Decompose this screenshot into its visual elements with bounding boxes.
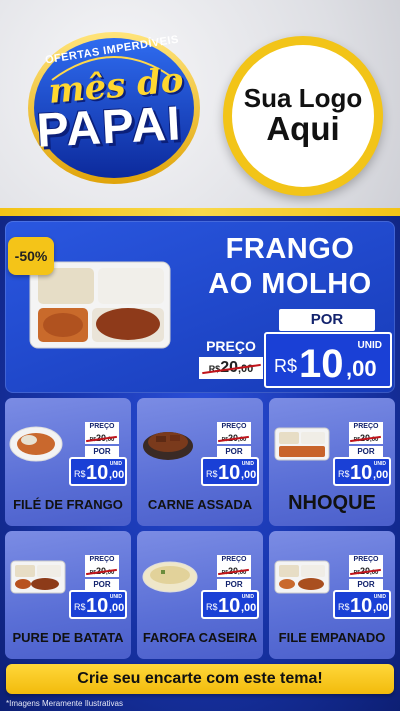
featured-new-int: 10 (299, 342, 344, 386)
new-dec: ,00 (373, 469, 389, 481)
preco-label: PREÇO (217, 422, 251, 432)
product-card[interactable]: PREÇO R$20,00 POR UNID R$ 10 ,00 FILE EM… (269, 531, 395, 659)
old-price: R$20,00 (217, 565, 251, 577)
new-int: 10 (86, 595, 109, 617)
preco-label: PREÇO (85, 422, 119, 432)
featured-por-label: POR (279, 309, 375, 331)
product-name: PURE DE BATATA (12, 630, 124, 645)
product-card[interactable]: PREÇO R$20,00 POR UNID R$ 10 ,00 FAROFA … (137, 531, 263, 659)
unid-label: UNID (373, 461, 386, 467)
product-card[interactable]: PREÇO R$20,00 POR UNID R$ 10 ,00 PURE DE… (5, 531, 131, 659)
featured-title-line2: AO MOLHO (208, 267, 372, 300)
new-dec: ,00 (241, 602, 257, 614)
new-int: 10 (86, 462, 109, 484)
product-card[interactable]: PREÇO R$20,00 POR UNID R$ 10 ,00 NHOQUE (269, 398, 395, 526)
featured-old-price: R$20,00 (199, 357, 263, 379)
new-currency: R$ (74, 469, 86, 479)
product-card[interactable]: PREÇO R$20,00 POR UNID R$ 10 ,00 FILÉ DE… (5, 398, 131, 526)
new-int: 10 (350, 462, 373, 484)
new-int: 10 (350, 595, 373, 617)
old-price: R$20,00 (349, 565, 383, 577)
new-price: UNID R$ 10 ,00 (333, 590, 391, 619)
old-price: R$20,00 (349, 432, 383, 444)
unid-label: UNID (241, 594, 254, 600)
new-price: UNID R$ 10 ,00 (69, 590, 127, 619)
featured-new-price: UNID R$ 10 ,00 (264, 332, 392, 388)
por-label: POR (217, 446, 251, 457)
featured-new-currency: R$ (274, 356, 298, 376)
food-plate-icon (10, 560, 66, 594)
old-price: R$20,00 (85, 565, 119, 577)
preco-label: PREÇO (217, 555, 251, 565)
new-currency: R$ (338, 469, 350, 479)
product-name: NHOQUE (288, 492, 376, 514)
new-dec: ,00 (109, 602, 125, 614)
featured-new-dec: ,00 (346, 356, 377, 381)
gold-divider (0, 208, 400, 216)
product-name: FILÉ DE FRANGO (13, 497, 123, 512)
old-price: R$20,00 (217, 432, 251, 444)
new-int: 10 (218, 462, 241, 484)
unid-label: UNID (109, 461, 122, 467)
new-price: UNID R$ 10 ,00 (201, 457, 259, 486)
unid-label: UNID (241, 461, 254, 467)
new-int: 10 (218, 595, 241, 617)
logo-line2: Aqui (266, 110, 340, 148)
product-name: FILE EMPANADO (278, 630, 386, 645)
new-currency: R$ (206, 602, 218, 612)
product-name: FAROFA CASEIRA (142, 630, 258, 645)
food-plate-icon (142, 561, 198, 593)
new-dec: ,00 (373, 602, 389, 614)
food-plate-icon (274, 560, 330, 594)
header: OFERTAS IMPERDÍVEIS mês do PAPAI Sua Log… (0, 0, 400, 213)
discount-badge: -50% (8, 237, 54, 275)
new-dec: ,00 (241, 469, 257, 481)
preco-label: PREÇO (349, 422, 383, 432)
por-label: POR (85, 579, 119, 590)
preco-label: PREÇO (349, 555, 383, 565)
new-currency: R$ (206, 469, 218, 479)
por-label: POR (349, 446, 383, 457)
product-name: CARNE ASSADA (147, 497, 253, 512)
unid-label: UNID (109, 594, 122, 600)
por-label: POR (217, 579, 251, 590)
featured-title: FRANGO AO MOLHO (190, 232, 390, 302)
cta-banner[interactable]: Crie seu encarte com este tema! (6, 664, 394, 694)
disclaimer: *Imagens Meramente Ilustrativas (6, 699, 123, 708)
preco-label: PREÇO (85, 555, 119, 565)
logo-placeholder[interactable]: Sua Logo Aqui (223, 36, 383, 196)
new-currency: R$ (338, 602, 350, 612)
food-plate-icon (143, 432, 193, 460)
new-price: UNID R$ 10 ,00 (333, 457, 391, 486)
new-price: UNID R$ 10 ,00 (69, 457, 127, 486)
new-currency: R$ (74, 602, 86, 612)
featured-title-line1: FRANGO (225, 233, 355, 265)
unid-label: UNID (373, 594, 386, 600)
product-card[interactable]: PREÇO R$20,00 POR UNID R$ 10 ,00 CARNE A… (137, 398, 263, 526)
featured-preco-label: PREÇO (206, 338, 256, 354)
new-dec: ,00 (109, 469, 125, 481)
por-label: POR (349, 579, 383, 590)
featured-unid-label: UNID (357, 340, 382, 351)
food-plate-icon (274, 427, 330, 461)
food-plate-icon (9, 426, 63, 462)
new-price: UNID R$ 10 ,00 (201, 590, 259, 619)
por-label: POR (85, 446, 119, 457)
old-price: R$20,00 (85, 432, 119, 444)
logo-line1: Sua Logo (243, 83, 363, 114)
seal-line2: PAPAI (35, 97, 183, 158)
